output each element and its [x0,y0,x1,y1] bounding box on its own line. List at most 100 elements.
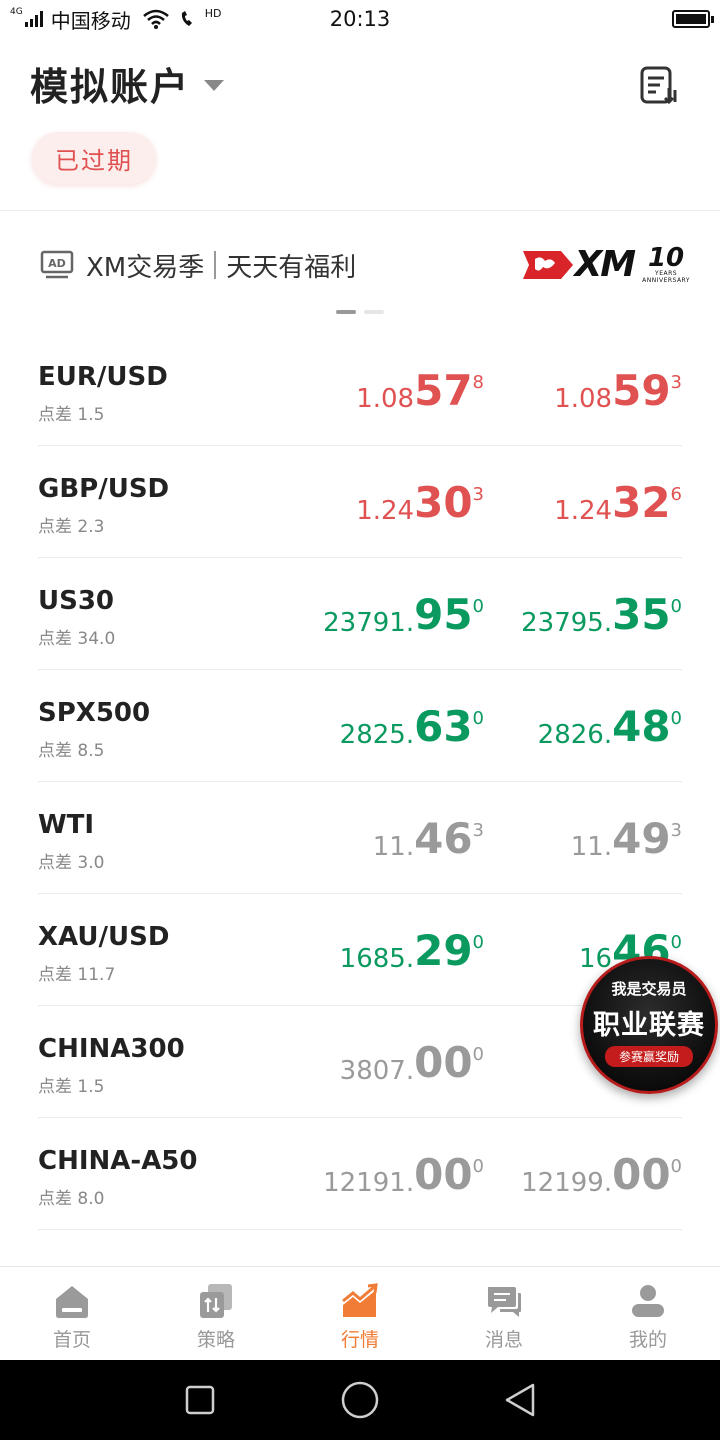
promo-banner[interactable]: AD XM交易季 天天有福利 XM 10 YEARS ANNIVERSARY [40,230,690,300]
quote-symbol: CHINA300 [38,1034,185,1064]
quote-row[interactable]: CHINA-A50 点差 8.0 12191. 00 0 12199. 00 0 [38,1118,682,1230]
ask-price-sup: 6 [670,484,682,505]
bid-price-big: 95 [414,590,473,639]
ask-price[interactable]: 1.24 32 6 [554,482,682,526]
account-selector[interactable]: 模拟账户 [30,56,680,111]
status-badge: 已过期 [32,132,156,184]
tab-messages-label: 消息 [484,1329,523,1351]
ask-price[interactable]: 12199. 00 0 [521,1154,682,1198]
quote-spread: 点差 1.5 [38,405,105,425]
ask-price-small: 2826. [537,720,613,750]
anniversary-years: YEARS [655,269,678,277]
strategy-icon [200,1284,232,1318]
banner-separator [214,251,217,279]
bid-price[interactable]: 3807. 00 0 [339,1042,484,1086]
bid-price-sup: 3 [472,820,484,841]
quote-symbol: WTI [38,810,95,840]
clock: 20:13 [329,7,391,31]
promo-top-text: 我是交易员 [611,979,687,998]
tab-messages[interactable]: 消息 [432,1267,576,1360]
ask-price[interactable]: 2826. 48 0 [537,702,682,751]
ask-price-sup: 0 [670,932,682,953]
recent-apps-button[interactable] [180,1380,220,1420]
xm-logo: XM 10 YEARS ANNIVERSARY [521,244,690,285]
home-button[interactable] [340,1380,380,1420]
tab-market[interactable]: 行情 [288,1267,432,1360]
bid-price[interactable]: 2825. 63 0 [339,702,484,751]
tab-strategy[interactable]: 策略 [144,1267,288,1360]
carousel-dot [364,310,384,314]
quote-symbol: SPX500 [38,698,151,728]
carousel-indicator [336,310,384,314]
quote-symbol: US30 [38,586,115,616]
back-button[interactable] [500,1380,540,1420]
ask-price[interactable]: 11. 49 3 [571,814,682,863]
quote-row[interactable]: SPX500 点差 8.5 2825. 63 0 2826. 48 0 [38,670,682,782]
back-triangle-icon [505,1383,535,1417]
ask-price-sup: 0 [670,1156,682,1177]
square-icon [185,1385,215,1415]
bid-price-sup: 8 [472,372,484,393]
tab-strategy-label: 策略 [196,1329,235,1351]
league-promo-button[interactable]: 我是交易员 职业联赛 参赛赢奖励 [580,956,718,1094]
orders-list-icon[interactable] [638,64,680,106]
quote-list: EUR/USD 点差 1.5 1.08 57 8 1.08 59 3 GBP/USD 点差 2.3… [38,334,682,1230]
bid-price-big: 30 [414,478,473,527]
quote-row[interactable]: XAU/USD 点差 11.7 1685. 29 0 16 46 0 [38,894,682,1006]
bid-price-big: 63 [414,702,473,751]
ask-price-big: 48 [612,702,671,751]
ad-icon: AD [40,250,74,279]
bid-price-small: 1685. [339,944,415,974]
ask-price-sup: 0 [670,596,682,617]
bid-price[interactable]: 11. 46 3 [372,814,484,863]
quote-spread: 点差 34.0 [38,629,116,649]
quote-spread: 点差 3.0 [38,853,105,873]
ask-price-small: 1.08 [554,384,613,414]
quote-spread: 点差 8.0 [38,1189,105,1209]
ask-price-sup: 0 [670,708,682,729]
bid-price-big: 46 [414,814,473,863]
quote-symbol: CHINA-A50 [38,1146,198,1176]
bid-price-sup: 0 [472,1044,484,1065]
bid-price-small: 2825. [339,720,415,750]
ask-price-small: 12199. [521,1168,613,1198]
bid-price-sup: 3 [472,484,484,505]
bid-price[interactable]: 1.24 30 3 [356,478,484,527]
ask-price[interactable]: 23795. 35 0 [521,594,682,638]
home-icon [56,1286,88,1318]
bid-price-small: 12191. [323,1168,415,1198]
bid-price-sup: 0 [472,1156,484,1177]
ask-price-small: 1.24 [554,496,613,526]
quote-row[interactable]: WTI 点差 3.0 11. 46 3 11. 49 3 [38,782,682,894]
bid-price-big: 29 [414,926,473,975]
ask-price-small: 23795. [521,608,613,638]
bid-price[interactable]: 12191. 00 0 [323,1154,484,1198]
bid-price[interactable]: 1.08 57 8 [356,370,484,414]
quote-symbol: EUR/USD [38,362,168,392]
ask-price-big: 59 [612,366,671,415]
bid-price[interactable]: 1685. 29 0 [339,926,484,975]
bid-price-small: 3807. [339,1056,415,1086]
market-chart-icon [342,1283,378,1317]
ask-price-sup: 3 [670,372,682,393]
ask-price-big: 49 [612,814,671,863]
tab-home[interactable]: 首页 [0,1267,144,1360]
ask-price[interactable]: 1.08 59 3 [554,366,682,415]
quote-row[interactable]: GBP/USD 点差 2.3 1.24 30 3 1.24 32 6 [38,446,682,558]
bid-price-small: 11. [372,832,415,862]
quote-spread: 点差 1.5 [38,1077,105,1097]
quote-row[interactable]: EUR/USD 点差 1.5 1.08 57 8 1.08 59 3 [38,334,682,446]
bull-logo-icon [522,250,573,279]
tab-profile[interactable]: 我的 [576,1267,720,1360]
profile-icon [632,1285,664,1317]
quote-row[interactable]: US30 点差 34.0 23791. 95 0 23795. 35 0 [38,558,682,670]
system-nav-bar [0,1360,720,1440]
banner-text-right: 天天有福利 [226,252,357,283]
bid-price-sup: 0 [472,708,484,729]
bid-price[interactable]: 23791. 95 0 [323,590,484,639]
ask-price-sup: 3 [670,820,682,841]
bid-price-small: 1.24 [356,496,415,526]
header: 模拟账户 [30,56,680,116]
bid-price-sup: 0 [472,596,484,617]
bid-price-small: 1.08 [356,384,415,414]
